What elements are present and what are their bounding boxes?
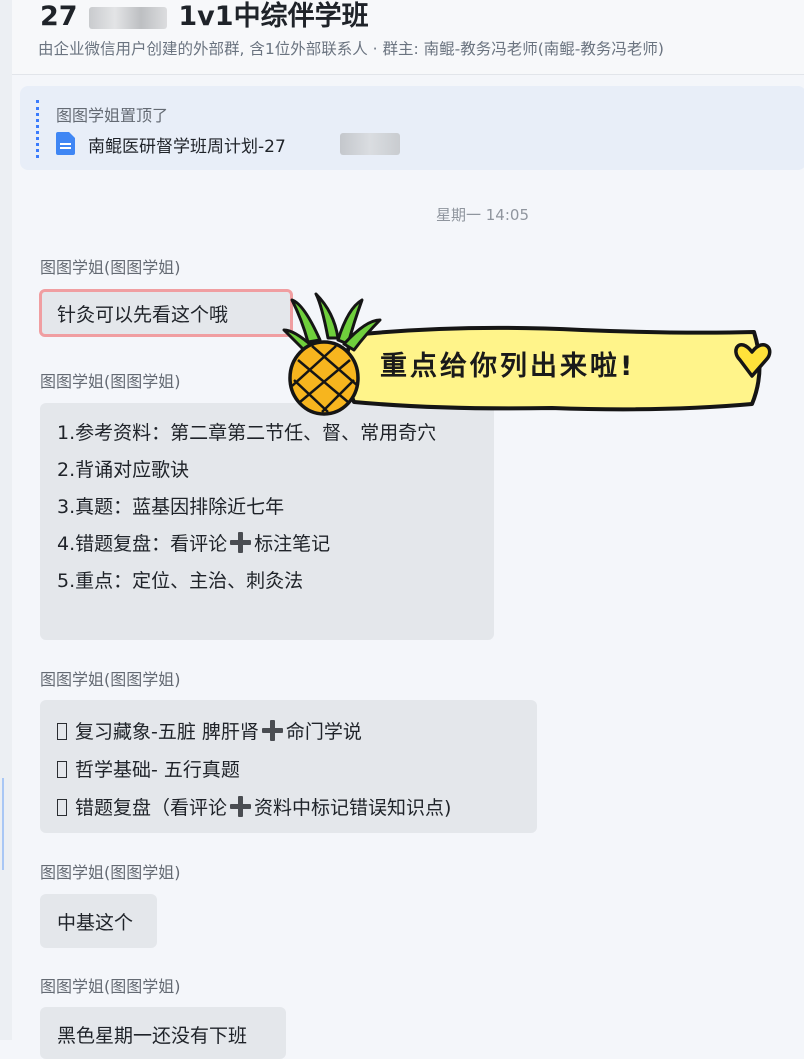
message-line: 2.背诵对应歌诀 [57,459,190,481]
message-sender[interactable]: 图图学姐(图图学姐) [40,973,181,997]
chat-header: 27 1v1中综伴学班 由企业微信用户创建的外部群, 含1位外部联系人 · 群主… [12,0,804,75]
message-line: 哲学基础- 五行真题 [57,755,240,782]
plus-icon [261,720,283,741]
document-icon [56,132,75,155]
message-bubble[interactable]: 黑色星期一还没有下班 [40,1007,286,1059]
chat-title-prefix: 27 [40,1,78,32]
pinned-indicator-bar [36,100,39,158]
pinned-label: 图图学姐置顶了 [56,106,169,125]
chat-title-suffix: 1v1中综伴学班 [178,1,369,32]
message-line-part: 标注笔记 [254,533,331,555]
pinned-doc-title[interactable]: 南鲲医研督学班周计划-27 [88,132,286,157]
missing-glyph-icon [57,761,67,778]
time-divider: 星期一 14:05 [436,206,529,224]
message-sender[interactable]: 图图学姐(图图学姐) [40,368,181,392]
message-bubble[interactable]: 1.参考资料：第二章第二节任、督、常用奇穴 2.背诵对应歌诀 3.真题：蓝基因排… [40,403,494,640]
pinned-message-banner[interactable]: 图图学姐置顶了 南鲲医研督学班周计划-27 [20,86,804,170]
missing-glyph-icon [57,799,67,816]
redacted-mosaic [340,133,400,155]
message-line: 1.参考资料：第二章第二节任、督、常用奇穴 [57,422,437,444]
highlight-outline [39,289,293,337]
plus-icon [230,532,252,553]
message-line-part: 命门学说 [285,721,362,743]
redacted-mosaic [88,6,167,29]
message-line: 5.重点：定位、主治、刺灸法 [57,570,304,592]
message-sender[interactable]: 图图学姐(图图学姐) [40,666,181,690]
message-sender[interactable]: 图图学姐(图图学姐) [40,254,181,278]
message-sender[interactable]: 图图学姐(图图学姐) [40,859,181,883]
message-line-part: 错题复盘（看评论 [75,797,228,819]
message-line-part: 资料中标记错误知识点) [254,797,452,819]
missing-glyph-icon [57,723,67,740]
message-line-part: 复习藏象-五脏 脾肝肾 [75,721,259,743]
message-text: 黑色星期一还没有下班 [57,1025,248,1047]
message-bubble[interactable]: 复习藏象-五脏 脾肝肾 命门学说 哲学基础- 五行真题 错题复盘（看评论 资料中标记… [40,700,537,833]
message-line: 复习藏象-五脏 脾肝肾 命门学说 [57,717,362,744]
message-text: 中基这个 [57,911,134,934]
scroll-indicator[interactable] [2,778,4,870]
message-line-part: 哲学基础- 五行真题 [75,759,240,781]
message-line: 4.错题复盘：看评论 标注笔记 [57,529,330,556]
message-line: 3.真题：蓝基因排除近七年 [57,496,285,518]
plus-icon [230,796,252,817]
pineapple-sticker: 重点给你列出来啦! [282,290,782,420]
message-bubble[interactable]: 中基这个 [40,894,157,948]
chat-subtitle: 由企业微信用户创建的外部群, 含1位外部联系人 · 群主: 南鲲-教务冯老师(南… [38,40,664,58]
message-line-part: 4.错题复盘：看评论 [57,533,228,555]
chat-title[interactable]: 27 1v1中综伴学班 [40,0,369,33]
sticker-caption: 重点给你列出来啦! [380,351,636,382]
left-panel-edge [0,0,12,1040]
message-line: 错题复盘（看评论 资料中标记错误知识点) [57,793,451,820]
